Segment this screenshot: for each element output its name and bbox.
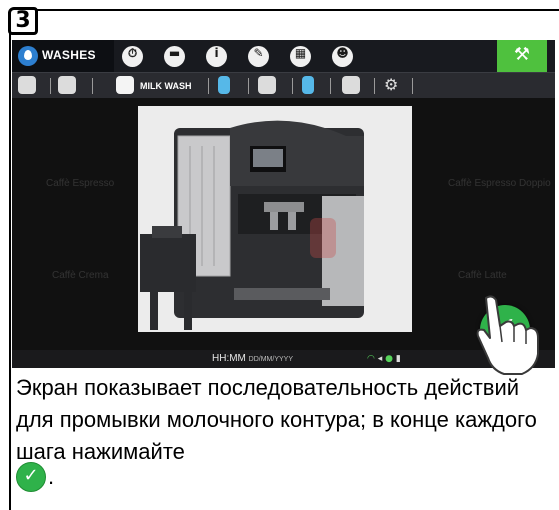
washes-tab[interactable]: WASHES <box>12 40 114 72</box>
glass-icon-2 <box>302 76 314 94</box>
calculator-icon[interactable]: ▦ <box>290 46 311 67</box>
instruction-caption: Экран показывает последовательность дейс… <box>16 375 537 464</box>
frame-left-line <box>9 22 11 510</box>
cup-icon <box>342 76 360 94</box>
frame-top-line <box>20 9 559 11</box>
time-value: HH:MM <box>212 353 246 364</box>
status-dot-icon: ● <box>385 354 393 364</box>
wrench-button[interactable]: ⚒ <box>497 40 547 72</box>
step-number: 3 <box>8 7 38 35</box>
date-value: DD/MM/YYYY <box>248 356 294 363</box>
tab-separator <box>330 78 331 94</box>
clock-icon[interactable]: ⏱ <box>122 46 143 67</box>
tab-separator <box>248 78 249 94</box>
top-bar: WASHES ⏱ ▬ i ✎ ▦ ☻ ⚒ <box>12 40 555 72</box>
status-icons: ◠ ◂ ● ▮ <box>367 354 401 364</box>
tab-separator <box>50 78 51 94</box>
side-product-label: Caffè Latte <box>458 270 507 281</box>
side-product-label: Caffè Espresso <box>46 178 115 189</box>
folder-icon[interactable]: ▬ <box>164 46 185 67</box>
pointing-hand-icon <box>476 295 539 375</box>
inline-confirm-icon: ✓ <box>16 462 46 492</box>
side-product-label: Caffè Espresso Doppio <box>448 178 551 189</box>
coffee-machine-image <box>138 106 412 332</box>
coffee-machine-illustration <box>138 106 412 332</box>
gear-icon: ⚙ <box>384 75 399 94</box>
tab-separator <box>292 78 293 94</box>
battery-icon: ▮ <box>395 354 401 364</box>
coffee-wash-icon <box>18 76 36 94</box>
wash-type-tabs: MILK WASH ⚙ <box>12 72 555 99</box>
pencil-icon[interactable]: ✎ <box>248 46 269 67</box>
tab-milk-wash[interactable]: MILK WASH <box>102 76 212 96</box>
water-drop-icon <box>18 46 38 66</box>
tab-separator <box>208 78 209 94</box>
side-product-label: Caffè Crema <box>52 270 109 281</box>
jug-icon <box>258 76 276 94</box>
user-icon[interactable]: ☻ <box>332 46 353 67</box>
tab-separator <box>412 78 413 94</box>
milk-wash-label: MILK WASH <box>140 81 192 91</box>
milk-carton-icon <box>116 76 134 94</box>
washes-label: WASHES <box>42 48 96 62</box>
clock-time: HH:MM DD/MM/YYYY <box>212 353 293 364</box>
caption-period: . <box>48 464 55 489</box>
wifi-icon: ◠ <box>367 354 375 364</box>
tab-separator <box>92 78 93 94</box>
water-wash-icon <box>58 76 76 94</box>
tab-separator <box>374 78 375 94</box>
wrench-icon: ⚒ <box>513 44 531 65</box>
speaker-icon: ◂ <box>377 354 383 364</box>
glass-icon <box>218 76 230 94</box>
info-icon[interactable]: i <box>206 46 227 67</box>
